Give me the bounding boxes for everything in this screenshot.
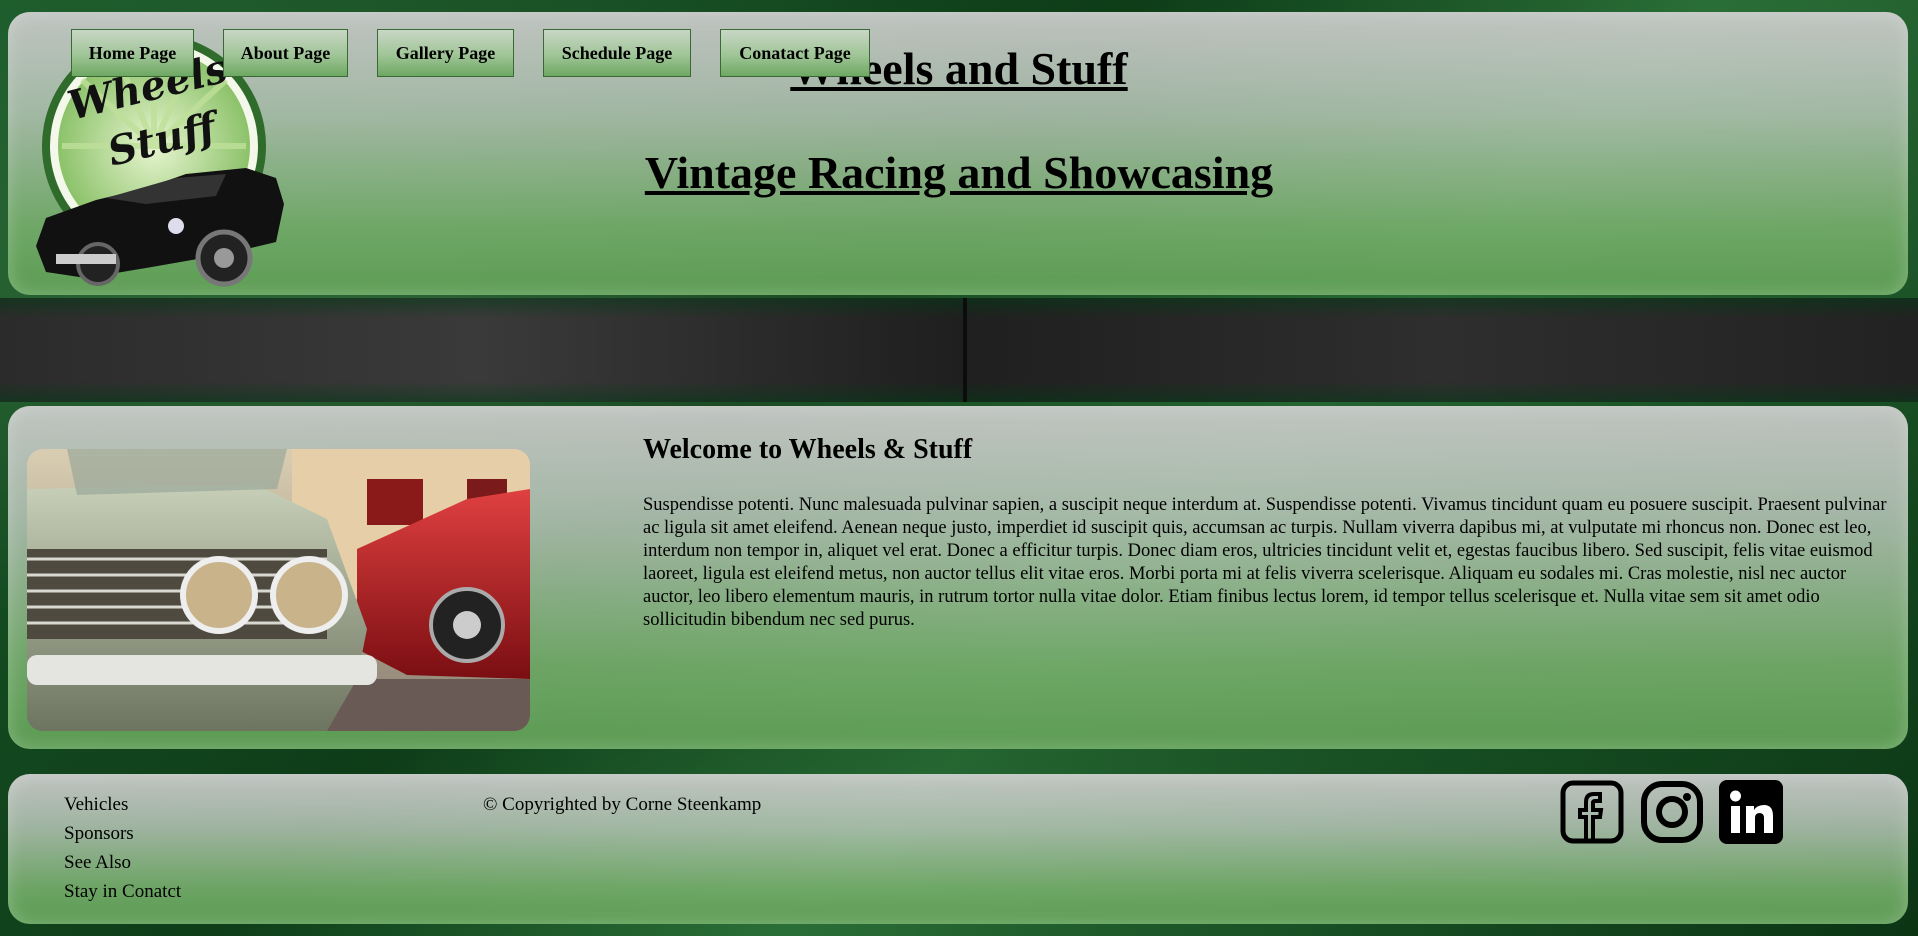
- nav-divider: [963, 298, 967, 402]
- nav-gallery-button[interactable]: Gallery Page: [377, 29, 514, 77]
- nav-schedule-button[interactable]: Schedule Page: [543, 29, 691, 77]
- site-subtitle: Vintage Racing and Showcasing: [644, 147, 1274, 198]
- footer-link-vehicles[interactable]: Vehicles: [64, 794, 128, 816]
- vintage-car-photo: [27, 449, 530, 731]
- welcome-paragraph: Suspendisse potenti. Nunc malesuada pulv…: [643, 495, 1887, 630]
- nav-contact-button[interactable]: Conatact Page: [720, 29, 870, 77]
- facebook-icon[interactable]: [1560, 780, 1624, 844]
- footer-link-sponsors[interactable]: Sponsors: [64, 823, 134, 845]
- copyright-text: © Copyrighted by Corne Steenkamp: [483, 794, 762, 815]
- nav-bar: [0, 298, 1918, 402]
- nav-home-button[interactable]: Home Page: [71, 29, 194, 77]
- nav-about-button[interactable]: About Page: [223, 29, 348, 77]
- footer-link-see-also[interactable]: See Also: [64, 852, 131, 874]
- instagram-icon[interactable]: [1640, 780, 1704, 844]
- welcome-heading: Welcome to Wheels & Stuff: [643, 434, 973, 465]
- footer-link-stay-in-contact[interactable]: Stay in Conatct: [64, 881, 181, 903]
- linkedin-icon[interactable]: [1719, 780, 1783, 844]
